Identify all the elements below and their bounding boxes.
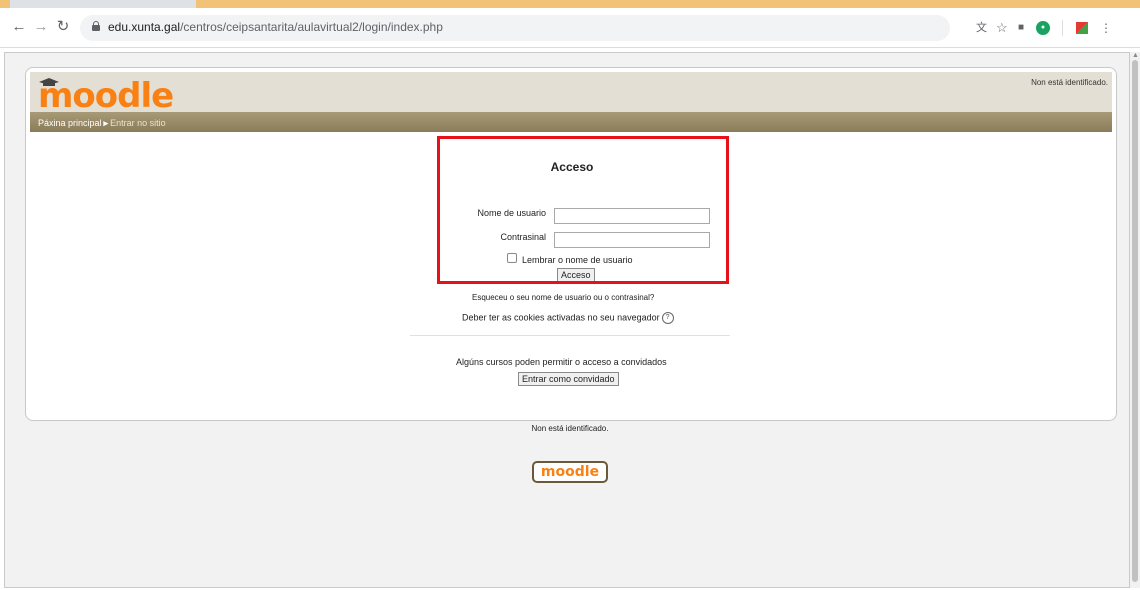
login-info: Non está identificado. [1031, 78, 1108, 87]
forward-arrow-icon[interactable]: → [32, 18, 50, 36]
toolbar-divider [1062, 20, 1063, 36]
lock-icon [92, 21, 100, 31]
breadcrumb: Páxina principal ▸ Entrar no sitio [38, 118, 166, 129]
url-host: edu.xunta.gal [108, 20, 181, 34]
breadcrumb-separator: ▸ [103, 118, 109, 128]
active-tab[interactable] [196, 0, 1140, 8]
camera-icon[interactable]: ■ [1018, 20, 1024, 36]
scroll-up-icon[interactable]: ▲ [1132, 52, 1139, 59]
breadcrumb-home[interactable]: Páxina principal [38, 118, 102, 128]
page-frame: moodle Non está identificado. Páxina pri… [4, 52, 1130, 588]
guest-notice: Algúns cursos poden permitir o acceso a … [456, 357, 667, 367]
footer-moodle-logo[interactable]: moodle [532, 461, 608, 483]
cookies-notice: Deber ter as cookies activadas no seu na… [462, 312, 674, 324]
help-icon[interactable]: ? [661, 312, 674, 324]
breadcrumb-current: Entrar no sitio [110, 118, 166, 128]
extension-badge-icon[interactable]: ● [1036, 21, 1050, 35]
browser-toolbar: ← → ↻ edu.xunta.gal/centros/ceipsantarit… [0, 8, 1140, 48]
footer-login-info: Non está identificado. [531, 424, 609, 433]
graduation-cap-icon [39, 78, 59, 86]
scrollbar[interactable]: ▲ [1130, 52, 1140, 588]
cookies-notice-text: Deber ter as cookies activadas no seu na… [462, 312, 660, 323]
tab-accent [0, 0, 10, 8]
extension-icon[interactable] [1076, 22, 1088, 34]
guest-login-button[interactable]: Entrar como convidado [518, 372, 619, 386]
scrollbar-thumb[interactable] [1132, 60, 1138, 582]
highlight-box [437, 136, 729, 284]
forgot-password-link[interactable]: Esqueceu o seu nome de usuario ou o cont… [472, 293, 654, 302]
back-arrow-icon[interactable]: ← [10, 18, 28, 36]
menu-dots-icon[interactable]: ⋮ [1100, 20, 1112, 36]
star-icon[interactable]: ☆ [996, 20, 1008, 36]
page-viewport: moodle Non está identificado. Páxina pri… [0, 48, 1140, 590]
url-text[interactable]: edu.xunta.gal/centros/ceipsantarita/aula… [108, 20, 443, 34]
translate-icon[interactable]: 文 [976, 20, 987, 36]
url-path: /centros/ceipsantarita/aulavirtual2/logi… [180, 20, 443, 34]
address-bar[interactable]: edu.xunta.gal/centros/ceipsantarita/aula… [80, 15, 950, 41]
reload-icon[interactable]: ↻ [54, 18, 72, 36]
tab-strip [0, 0, 1140, 8]
section-divider [410, 335, 730, 336]
navbar: Páxina principal ▸ Entrar no sitio [30, 112, 1112, 132]
moodle-logo[interactable]: moodle [38, 76, 174, 116]
